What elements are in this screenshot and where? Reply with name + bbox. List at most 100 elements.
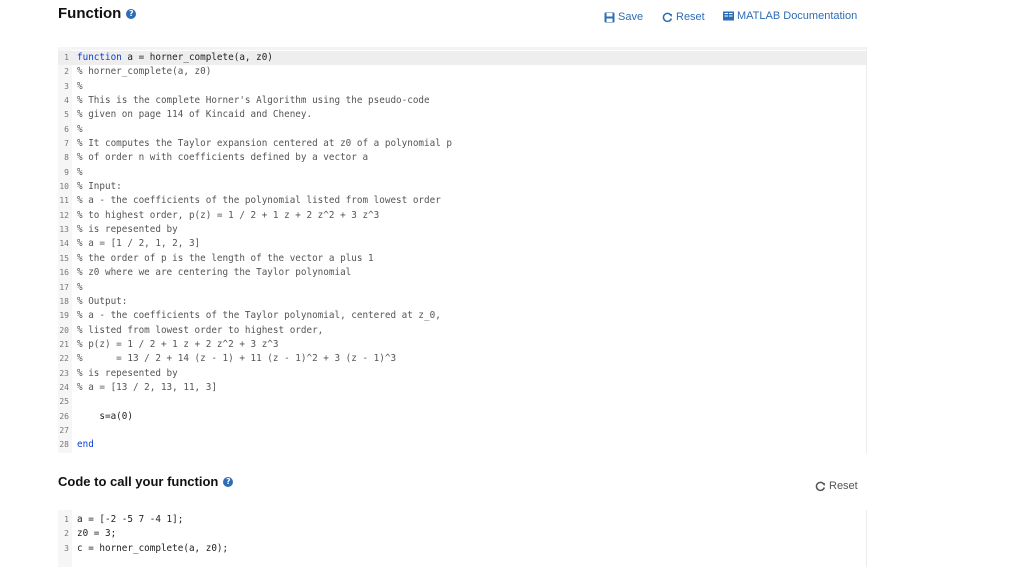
code-line[interactable]: 22 % = 13 / 2 + 14 (z - 1) + 11 (z - 1)^2… — [58, 352, 866, 366]
call-code-editor[interactable]: 1 a = [-2 -5 7 -4 1]; 2 z0 = 3; 3 c = horner_… — [58, 510, 867, 567]
code-line[interactable]: 3 c = horner_complete(a, z0); — [58, 542, 866, 556]
line-number: 21 — [59, 339, 69, 349]
line-number: 1 — [64, 515, 69, 524]
call-code-title-text: Code to call your function — [58, 474, 219, 489]
keyword: function — [77, 52, 122, 63]
line-number: 9 — [64, 167, 69, 177]
code-line[interactable]: 15 % the order of p is the length of the … — [58, 252, 866, 266]
code-text: a = [-2 -5 7 -4 1]; — [77, 514, 184, 525]
code-line[interactable]: 11 % a - the coefficients of the polynomi… — [58, 194, 866, 208]
code-line[interactable]: 19 % a - the coefficients of the Taylor p… — [58, 309, 866, 323]
matlab-documentation-link[interactable]: MATLAB Documentation — [723, 10, 857, 22]
line-number: 10 — [59, 182, 69, 192]
code-text: s=a(0) — [77, 410, 133, 422]
call-code-title: Code to call your function ? — [58, 474, 234, 489]
line-number: 22 — [59, 354, 69, 364]
code-line[interactable]: 12 % to highest order, p(z) = 1 / 2 + 1 z… — [58, 209, 866, 223]
save-button[interactable]: Save — [604, 11, 643, 23]
code-text: % of order n with coefficients defined b… — [77, 152, 369, 164]
function-code-editor[interactable]: 1 function a = horner_complete(a, z0) 2 % h… — [58, 47, 867, 453]
code-line[interactable]: 17% — [58, 281, 866, 295]
code-text: % — [77, 281, 83, 293]
code-text: end — [77, 438, 94, 452]
code-line[interactable]: 27 — [58, 424, 866, 438]
code-line[interactable]: 28 end — [58, 438, 866, 452]
code-line[interactable]: 5 % given on page 114 of Kincaid and Chen… — [58, 108, 866, 122]
code-line[interactable]: 23 % is repesented by — [58, 367, 866, 381]
code-text: % — [77, 123, 83, 135]
code-text: % to highest order, p(z) = 1 / 2 + 1 z +… — [77, 209, 380, 221]
code-text: % is repesented by — [77, 224, 178, 236]
code-line[interactable]: 2 z0 = 3; — [58, 527, 866, 541]
code-line[interactable]: 26 s=a(0) — [58, 410, 866, 424]
code-line[interactable]: 25 — [58, 395, 866, 409]
code-line[interactable]: 16 % z0 where we are centering the Taylor… — [58, 266, 866, 280]
documentation-icon — [723, 11, 734, 21]
code-text: % — [77, 166, 83, 178]
code-text: % listed from lowest order to highest or… — [77, 324, 324, 336]
line-number: 4 — [64, 96, 69, 106]
code-text: c = horner_complete(a, z0); — [77, 542, 229, 554]
line-number: 19 — [59, 311, 69, 321]
function-code-lines: 1 function a = horner_complete(a, z0) 2 % h… — [58, 51, 866, 453]
code-text: % a = [13 / 2, 13, 11, 3] — [77, 381, 217, 393]
code-text: % z0 where we are centering the Taylor p… — [77, 267, 352, 279]
line-number: 6 — [64, 124, 69, 134]
documentation-label: MATLAB Documentation — [737, 10, 858, 22]
save-icon — [604, 12, 615, 22]
code-line[interactable]: 9% — [58, 166, 866, 180]
function-title-text: Function — [58, 5, 122, 22]
code-rest: a = horner_complete(a, z0) — [121, 52, 273, 63]
reset-call-code-button[interactable]: Reset — [815, 480, 858, 492]
code-text: % a - the coefficients of the polynomial… — [77, 195, 441, 207]
code-line[interactable]: 10 % Input: — [58, 180, 866, 194]
line-number: 2 — [64, 67, 69, 77]
code-text: function a = horner_complete(a, z0) — [77, 51, 273, 65]
save-label: Save — [618, 11, 644, 23]
call-code-lines: 1 a = [-2 -5 7 -4 1]; 2 z0 = 3; 3 c = horner_… — [58, 513, 866, 556]
code-text: % Input: — [77, 181, 122, 193]
code-line[interactable]: 7 % It computes the Taylor expansion cent… — [58, 137, 866, 151]
function-title: Function ? — [58, 5, 137, 22]
line-number: 26 — [59, 411, 69, 421]
code-text: % p(z) = 1 / 2 + 1 z + 2 z^2 + 3 z^3 — [77, 338, 279, 350]
reset-icon — [815, 481, 826, 491]
code-text: % a = [1 / 2, 1, 2, 3] — [77, 238, 201, 250]
code-text: % a - the coefficients of the Taylor pol… — [77, 310, 441, 322]
line-number: 12 — [59, 210, 69, 220]
code-line[interactable]: 4 % This is the complete Horner's Algorit… — [58, 94, 866, 108]
line-number: 23 — [59, 368, 69, 378]
reset-button[interactable]: Reset — [662, 11, 705, 23]
line-number: 28 — [59, 440, 69, 450]
code-line[interactable]: 20 % listed from lowest order to highest … — [58, 324, 866, 338]
keyword: end — [77, 439, 94, 451]
line-number: 3 — [64, 81, 69, 91]
code-line[interactable]: 24 % a = [13 / 2, 13, 11, 3] — [58, 381, 866, 395]
code-line[interactable]: 14 % a = [1 / 2, 1, 2, 3] — [58, 237, 866, 251]
code-text: z0 = 3; — [77, 528, 117, 540]
code-text: % horner_complete(a, z0) — [77, 66, 212, 78]
code-line[interactable]: 18 % Output: — [58, 295, 866, 309]
code-line[interactable]: 21 % p(z) = 1 / 2 + 1 z + 2 z^2 + 3 z^3 — [58, 338, 866, 352]
code-line[interactable]: 1 a = [-2 -5 7 -4 1]; — [58, 513, 866, 527]
code-line[interactable]: 6% — [58, 123, 866, 137]
code-line[interactable]: 3% — [58, 80, 866, 94]
code-line[interactable]: 1 function a = horner_complete(a, z0) — [58, 51, 866, 66]
code-text: % — [77, 80, 83, 92]
code-text: % is repesented by — [77, 367, 178, 379]
line-number: 27 — [59, 425, 69, 435]
line-number: 24 — [59, 382, 69, 392]
reset-label: Reset — [829, 480, 858, 492]
code-line[interactable]: 13 % is repesented by — [58, 223, 866, 237]
line-number: 16 — [59, 268, 69, 278]
help-icon[interactable]: ? — [126, 8, 137, 19]
line-number: 15 — [59, 253, 69, 263]
code-text: % It computes the Taylor expansion cente… — [77, 138, 453, 150]
code-line[interactable]: 8 % of order n with coefficients defined … — [58, 151, 866, 165]
line-number: 20 — [59, 325, 69, 335]
reset-label: Reset — [676, 11, 705, 23]
line-number: 5 — [64, 110, 69, 120]
help-icon[interactable]: ? — [223, 476, 234, 487]
line-number: 1 — [64, 53, 69, 62]
code-line[interactable]: 2 % horner_complete(a, z0) — [58, 65, 866, 79]
